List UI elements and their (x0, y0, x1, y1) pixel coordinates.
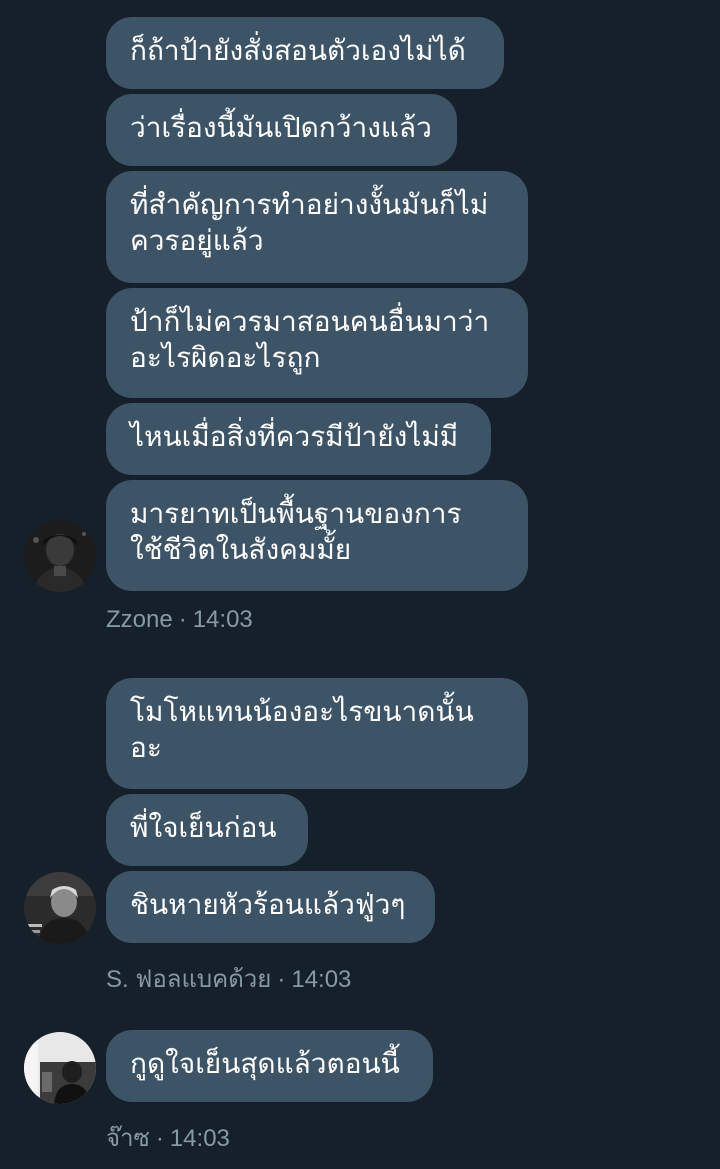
message-group-jaz: กูดูใจเย็นสุดแล้วตอนนี้ จ๊าซ · 14:03 (0, 1020, 720, 1169)
message-bubble[interactable]: มารยาทเป็นพื้นฐานของการ ใช้ชีวิตในสังคมม… (106, 480, 528, 591)
avatar-image (24, 1032, 96, 1104)
avatar[interactable] (24, 520, 96, 592)
timestamp: 14:03 (192, 606, 253, 633)
message-bubble[interactable]: ป้าก็ไม่ควรมาสอนคนอื่นมาว่า อะไรผิดอะไรถ… (106, 288, 528, 398)
message-bubble[interactable]: พี่ใจเย็นก่อน (106, 794, 308, 866)
message-bubble[interactable]: ที่สำคัญการทำอย่างงั้นมันก็ไม่ ควรอยู่แล… (106, 171, 528, 283)
avatar[interactable] (24, 872, 96, 944)
timestamp: 14:03 (169, 1125, 230, 1152)
message-bubble[interactable]: โมโหแทนน้องอะไรขนาดนั้น อะ (106, 678, 528, 789)
sender-name[interactable]: จ๊าซ (106, 1125, 150, 1152)
avatar-image (24, 872, 96, 944)
timestamp: 14:03 (291, 966, 352, 993)
meta-separator: · (277, 966, 286, 993)
avatar-image (24, 520, 96, 592)
message-meta: จ๊าซ · 14:03 (106, 1118, 230, 1157)
sender-name[interactable]: Zzone (106, 606, 173, 633)
message-meta: Zzone · 14:03 (106, 606, 253, 634)
message-group-zzone: ก็ถ้าป้ายังสั่งสอนตัวเองไม่ได้ ว่าเรื่อง… (0, 0, 720, 640)
message-bubble[interactable]: ชินหายหัวร้อนแล้วฟู่วๆ (106, 871, 435, 943)
message-bubble[interactable]: ไหนเมื่อสิ่งที่ควรมีป้ายังไม่มี (106, 403, 491, 475)
avatar[interactable] (24, 1032, 96, 1104)
message-bubble[interactable]: กูดูใจเย็นสุดแล้วตอนนี้ (106, 1030, 433, 1102)
message-bubble[interactable]: ก็ถ้าป้ายังสั่งสอนตัวเองไม่ได้ (106, 17, 504, 89)
message-meta: S. ฟอลแบคด้วย · 14:03 (106, 959, 351, 998)
message-bubble[interactable]: ว่าเรื่องนี้มันเปิดกว้างแล้ว (106, 94, 457, 166)
sender-name[interactable]: S. ฟอลแบคด้วย (106, 966, 271, 993)
message-group-s: โมโหแทนน้องอะไรขนาดนั้น อะ พี่ใจเย็นก่อน… (0, 670, 720, 1000)
meta-separator: · (155, 1125, 164, 1152)
meta-separator: · (178, 606, 187, 633)
